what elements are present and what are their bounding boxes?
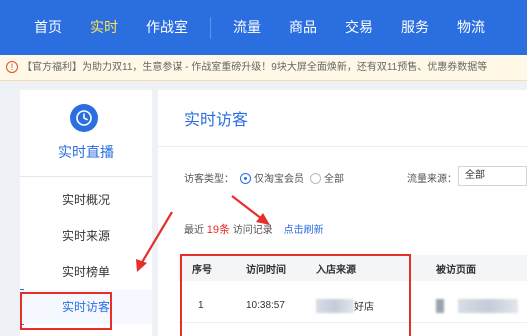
refresh-link[interactable]: 点击刷新 [284,225,324,236]
warning-circle-icon: ! [6,61,18,74]
visitor-type-label: 访客类型： [184,174,234,185]
recent-prefix: 最近 [184,225,204,236]
visitor-type-filter: 访客类型： 仅淘宝会员 全部 [184,170,344,185]
recent-visits-summary: 最近 19条 访问记录 点击刷新 [184,221,324,237]
notice-bar[interactable]: ! 【官方福利】为助力双11，生意参谋 - 作战室重磅升级！9块大屏全面焕新，还有… [0,55,527,81]
sidebar-title: 实时直播 [58,144,114,160]
sidebar-divider [20,176,152,177]
annotation-box-table [180,254,411,336]
nav-divider [210,16,211,39]
recent-count: 19条 [206,224,231,236]
radio-member-only-label[interactable]: 仅淘宝会员 [254,174,304,185]
column-header-page: 被访页面 [436,264,476,276]
nav-realtime[interactable]: 实时 [76,0,132,55]
sidebar-item-overview[interactable]: 实时概况 [20,183,152,217]
clock-icon [70,104,98,132]
nav-war-room[interactable]: 作战室 [132,0,202,55]
sidebar-header: 实时直播 [20,90,152,168]
main-divider [158,146,527,147]
nav-service[interactable]: 服务 [387,0,443,55]
cell-page [436,289,518,322]
annotation-box-sidebar [20,292,112,330]
traffic-source-select[interactable]: 全部 [458,166,527,186]
sidebar-item-rankings[interactable]: 实时榜单 [20,255,152,289]
page-title: 实时访客 [184,112,249,129]
page-thumbnail [436,298,444,313]
nav-logistics[interactable]: 物流 [443,0,499,55]
nav-transactions[interactable]: 交易 [331,0,387,55]
top-nav: 首页 实时 作战室 流量 商品 交易 服务 物流 [0,0,527,55]
traffic-source-label: 流量来源： [407,174,457,185]
redacted-page-name [458,298,518,313]
nav-traffic[interactable]: 流量 [219,0,275,55]
radio-member-only[interactable] [240,172,251,184]
recent-suffix: 访问记录 [232,225,273,236]
nav-home[interactable]: 首页 [0,0,76,55]
radio-all-label[interactable]: 全部 [324,174,344,185]
nav-products[interactable]: 商品 [275,0,331,55]
radio-all[interactable] [310,172,321,184]
sidebar-item-sources[interactable]: 实时来源 [20,219,152,253]
notice-text: 【官方福利】为助力双11，生意参谋 - 作战室重磅升级！9块大屏全面焕新，还有双… [22,62,488,73]
